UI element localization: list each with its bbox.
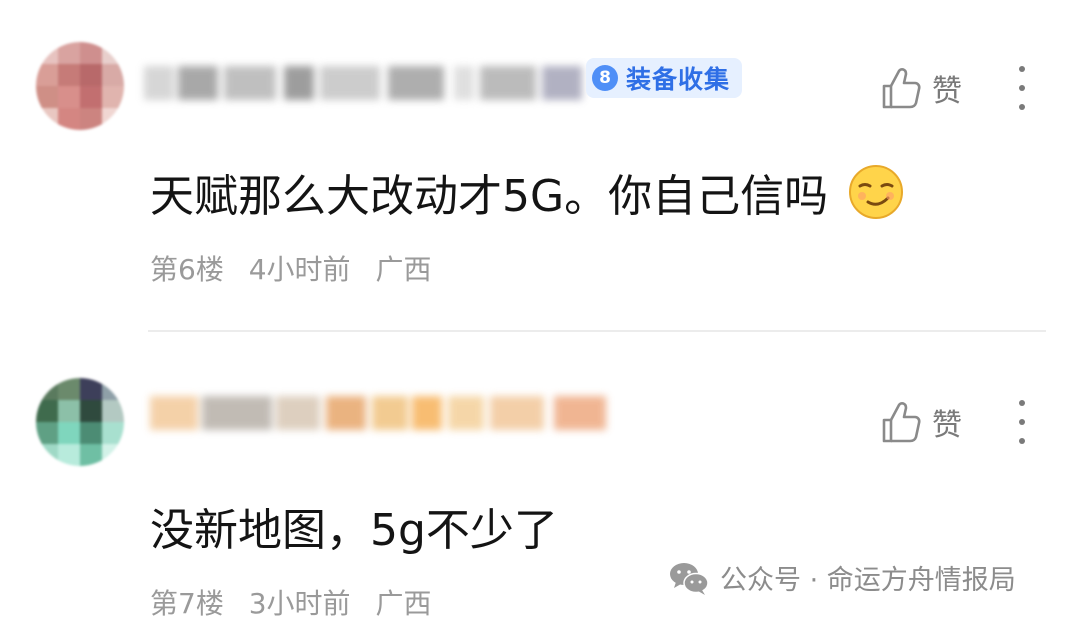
- more-options-button[interactable]: [1012, 66, 1032, 110]
- thumbs-up-icon: [882, 68, 921, 109]
- comment-meta: 第7楼 3小时前 广西: [150, 582, 447, 622]
- like-button[interactable]: 赞: [880, 400, 962, 444]
- level-badge: 8 装备收集: [586, 58, 743, 98]
- watermark-text: 公众号 · 命运方舟情报局: [720, 565, 1016, 596]
- avatar[interactable]: [36, 378, 124, 466]
- badge-label: 装备收集: [626, 65, 731, 94]
- more-dot: [1019, 104, 1025, 110]
- like-label: 赞: [932, 408, 962, 443]
- post-time: 3小时前: [248, 587, 351, 620]
- like-label: 赞: [932, 74, 962, 109]
- floor-number: 第7楼: [150, 587, 224, 620]
- username-blurred[interactable]: [150, 384, 620, 440]
- more-dot: [1019, 438, 1025, 444]
- level-icon: 8: [592, 65, 618, 91]
- comment-meta: 第6楼 4小时前 广西: [150, 248, 447, 288]
- location: 广西: [375, 253, 432, 286]
- like-button[interactable]: 赞: [880, 66, 962, 110]
- username-blurred[interactable]: [144, 54, 584, 110]
- comment-content: 没新地图，5g不少了: [150, 494, 558, 558]
- more-dot: [1019, 400, 1025, 406]
- comment-content: 天赋那么大改动才5G。你自己信吗: [150, 160, 904, 224]
- more-dot: [1019, 85, 1025, 91]
- post-time: 4小时前: [248, 253, 351, 286]
- comment-item: 8 装备收集 赞 天赋那么大改动才5G。你自己信吗 第6楼 4小时前 广西: [0, 0, 1080, 330]
- wechat-icon: [670, 562, 709, 595]
- location: 广西: [375, 587, 432, 620]
- watermark: 公众号 · 命运方舟情报局: [668, 558, 1016, 597]
- more-options-button[interactable]: [1012, 400, 1032, 444]
- more-dot: [1019, 419, 1025, 425]
- avatar[interactable]: [36, 42, 124, 130]
- more-dot: [1019, 66, 1025, 72]
- comment-text: 没新地图，5g不少了: [150, 505, 558, 556]
- floor-number: 第6楼: [150, 253, 224, 286]
- smirk-emoji-icon: [849, 165, 904, 219]
- comment-text: 天赋那么大改动才5G。你自己信吗: [150, 171, 829, 222]
- thumbs-up-icon: [882, 402, 921, 443]
